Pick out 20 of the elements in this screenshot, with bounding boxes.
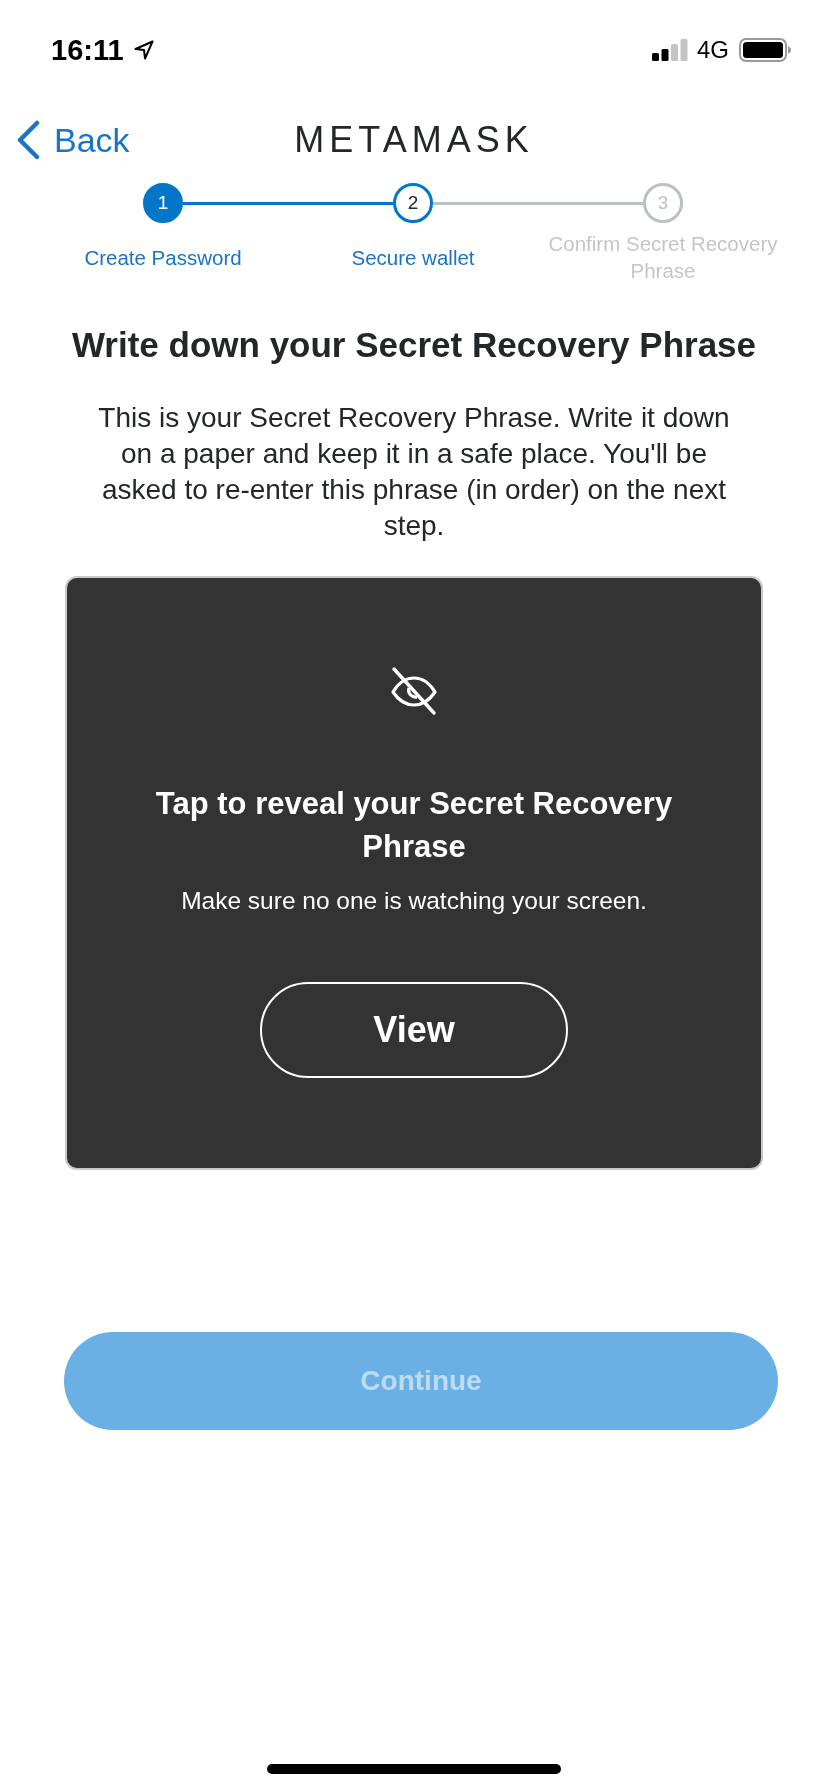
network-type: 4G — [697, 36, 729, 64]
signal-icon — [652, 39, 688, 61]
app-title: METAMASK — [294, 119, 534, 161]
view-button[interactable]: View — [260, 982, 568, 1078]
page-heading: Write down your Secret Recovery Phrase — [70, 324, 758, 366]
step-number: 2 — [393, 183, 433, 223]
privacy-warning: Make sure no one is watching your screen. — [181, 886, 647, 916]
battery-icon — [739, 38, 791, 62]
eye-slash-icon — [389, 666, 439, 716]
chevron-left-icon — [16, 120, 41, 160]
step-number: 3 — [643, 183, 683, 223]
step-label: Secure wallet — [351, 244, 475, 271]
step-label: Confirm Secret Recovery Phrase — [547, 231, 779, 284]
reveal-title: Tap to reveal your Secret Recovery Phrase — [154, 785, 674, 866]
instruction-text: This is your Secret Recovery Phrase. Write it down on a paper and keep it in a safe place. You'll be asked to re-enter this phrase (in order) on the next step. — [97, 401, 731, 543]
status-time: 16:11 — [51, 33, 124, 67]
step-label: Create Password — [84, 244, 242, 271]
location-arrow-icon — [133, 40, 154, 60]
back-button[interactable]: Back — [0, 120, 130, 160]
step-number: 1 — [143, 183, 183, 223]
